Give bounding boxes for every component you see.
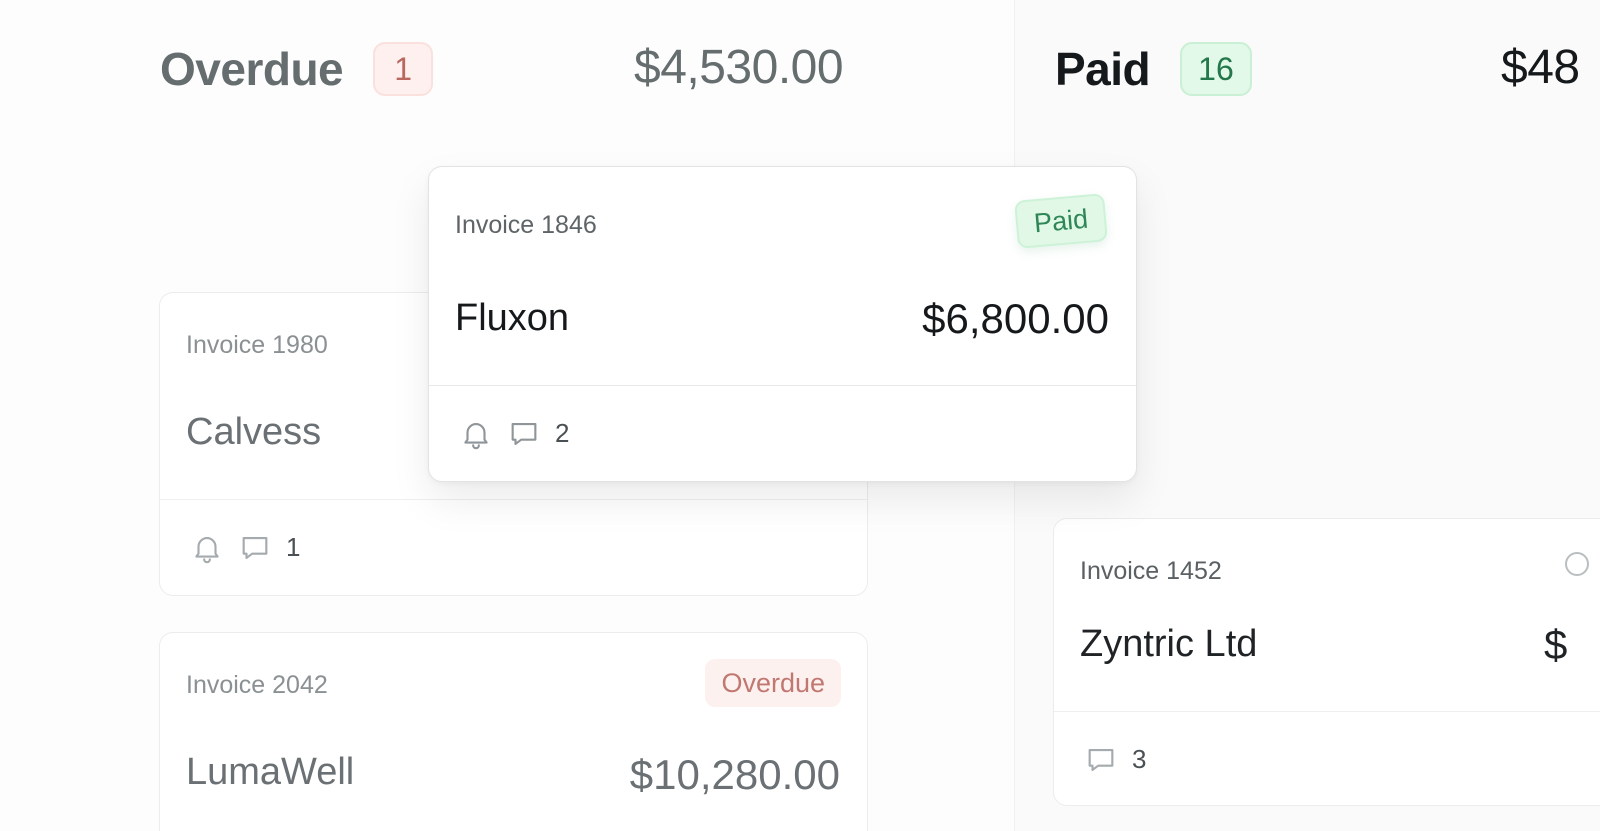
card-body: Invoice 1846 Paid Fluxon $6,800.00 xyxy=(429,167,1136,385)
bell-icon[interactable] xyxy=(459,417,493,451)
chat-bubble-icon[interactable] xyxy=(238,531,272,565)
paid-column-header: Paid 16 xyxy=(1055,38,1252,100)
status-badge: Overdue xyxy=(705,659,841,707)
invoice-amount: $6,800.00 xyxy=(922,295,1109,342)
status-circle-icon xyxy=(1562,549,1592,579)
invoice-amount: $ xyxy=(1544,621,1568,668)
comment-count: 2 xyxy=(555,418,570,448)
bell-icon[interactable] xyxy=(190,531,224,565)
column-title: Paid xyxy=(1055,43,1151,95)
column-title: Overdue xyxy=(160,43,344,95)
column-total: $4,530.00 xyxy=(634,41,844,94)
invoice-board: Overdue 1 $4,530.00 Invoice 1980 Calvess… xyxy=(0,0,1600,831)
client-name: LumaWell xyxy=(186,751,355,793)
status-badge: Paid xyxy=(1014,193,1108,249)
invoice-card-fluxon-dragging[interactable]: Invoice 1846 Paid Fluxon $6,800.00 2 xyxy=(428,166,1137,482)
invoice-number: Invoice 2042 xyxy=(186,671,328,699)
invoice-card-lumawell[interactable]: Invoice 2042 Overdue LumaWell $10,280.00 xyxy=(159,632,868,831)
column-count-badge: 16 xyxy=(1180,42,1252,96)
comment-count: 1 xyxy=(286,532,301,562)
invoice-card-zyntric[interactable]: Invoice 1452 Zyntric Ltd $ 3 xyxy=(1053,518,1600,806)
overdue-column-header: Overdue 1 xyxy=(160,38,434,100)
card-footer: 1 xyxy=(160,499,867,595)
card-footer: 3 xyxy=(1054,711,1600,805)
client-name: Zyntric Ltd xyxy=(1080,623,1258,665)
column-count-badge: 1 xyxy=(373,42,434,96)
invoice-number: Invoice 1452 xyxy=(1080,557,1222,585)
chat-bubble-icon[interactable] xyxy=(507,417,541,451)
card-body: Invoice 1452 Zyntric Ltd $ xyxy=(1054,519,1600,711)
client-name: Calvess xyxy=(186,411,322,453)
card-footer: 2 xyxy=(429,385,1136,481)
chat-bubble-icon[interactable] xyxy=(1084,743,1118,777)
invoice-number: Invoice 1980 xyxy=(186,331,328,359)
card-body: Invoice 2042 Overdue LumaWell $10,280.00 xyxy=(160,633,867,831)
invoice-number: Invoice 1846 xyxy=(455,211,597,239)
comment-count: 3 xyxy=(1132,744,1147,774)
invoice-amount: $10,280.00 xyxy=(629,751,840,798)
client-name: Fluxon xyxy=(455,297,570,339)
column-total: $48 xyxy=(1501,41,1580,94)
